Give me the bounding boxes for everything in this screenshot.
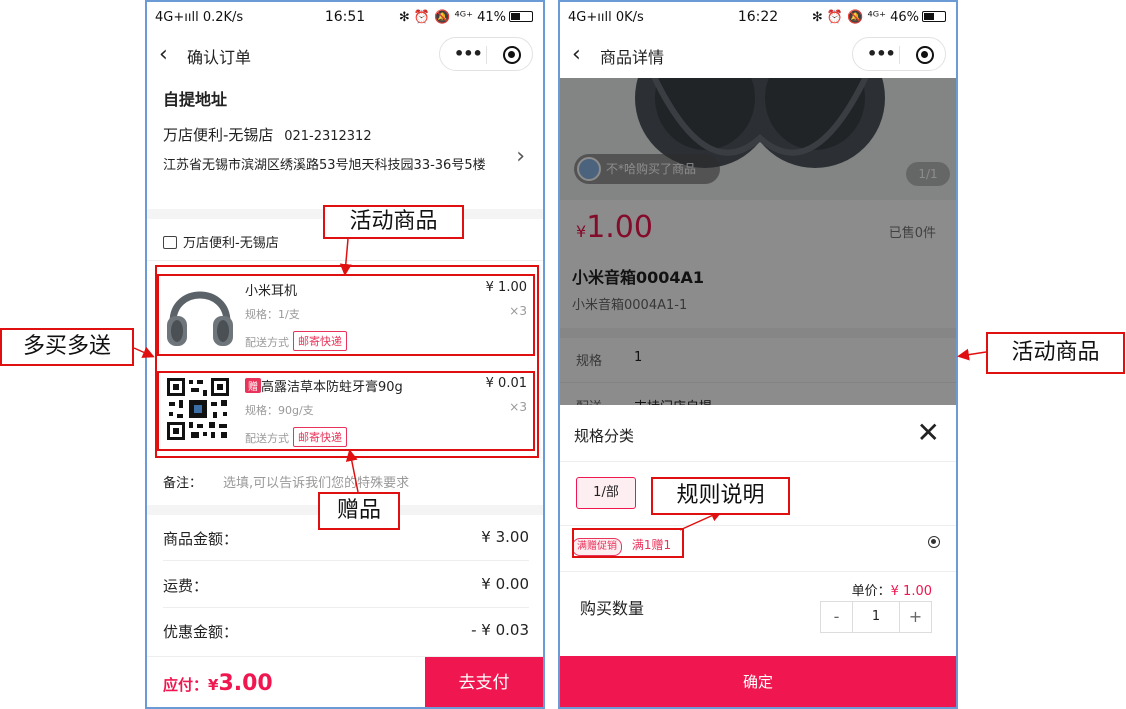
buy-more-give-more-callout: 多买多送 [0, 328, 134, 366]
gift-callout: 赠品 [318, 492, 400, 530]
activity-product-callout-right: 活动商品 [986, 332, 1125, 374]
activity-product-callout: 活动商品 [323, 205, 464, 239]
rule-explain-callout: 规则说明 [651, 477, 790, 515]
annotation-arrows [133, 238, 987, 531]
